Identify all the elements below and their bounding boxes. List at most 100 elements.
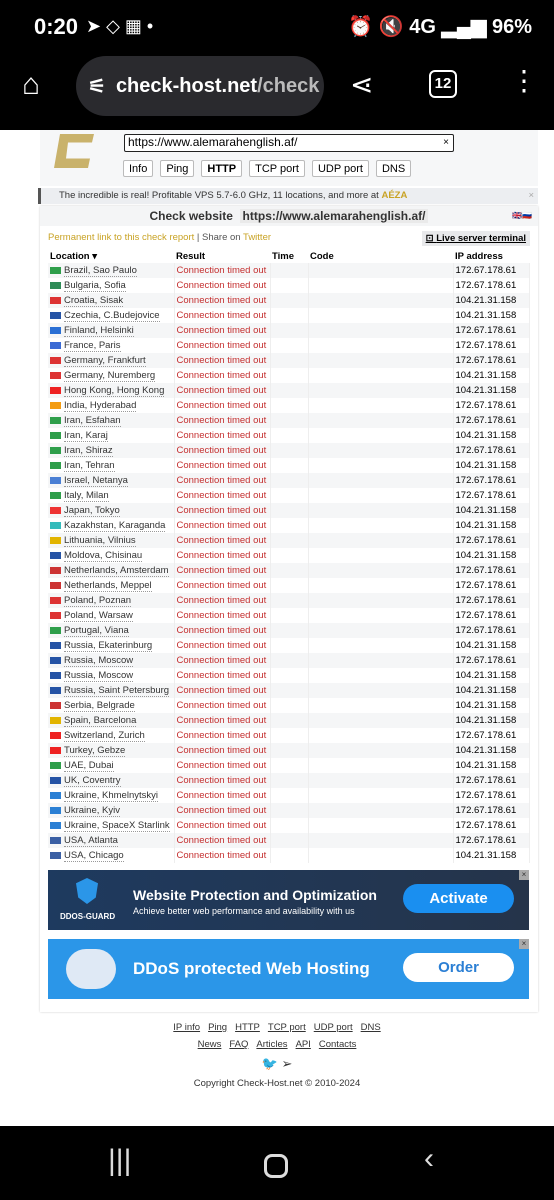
tool-http-button[interactable]: HTTP <box>201 160 243 177</box>
location-name[interactable]: Moldova, Chisinau <box>64 550 143 562</box>
telegram-icon[interactable]: ➢ <box>281 1056 292 1071</box>
clear-input-icon[interactable]: × <box>443 135 449 150</box>
more-menu-icon[interactable]: ⋮ <box>510 64 538 97</box>
location-cell[interactable]: Kazakhstan, Karaganda <box>48 518 175 533</box>
location-cell[interactable]: Lithuania, Vilnius <box>48 533 175 548</box>
location-cell[interactable]: UK, Coventry <box>48 773 175 788</box>
location-cell[interactable]: Israel, Netanya <box>48 473 175 488</box>
host-input[interactable]: https://www.alemarahenglish.af/ × <box>124 134 454 152</box>
location-cell[interactable]: Finland, Helsinki <box>48 323 175 338</box>
location-cell[interactable]: Russia, Ekaterinburg <box>48 638 175 653</box>
language-flags[interactable]: 🇬🇧🇷🇺 <box>512 211 532 220</box>
footer-link-ping[interactable]: Ping <box>208 1022 227 1033</box>
location-cell[interactable]: Ukraine, Kyiv <box>48 803 175 818</box>
location-name[interactable]: Turkey, Gebze <box>64 745 126 757</box>
activate-button[interactable]: Activate <box>403 884 514 913</box>
location-name[interactable]: USA, Atlanta <box>64 835 118 847</box>
location-cell[interactable]: Brazil, Sao Paulo <box>48 263 175 278</box>
location-name[interactable]: Brazil, Sao Paulo <box>64 265 137 277</box>
location-cell[interactable]: UAE, Dubai <box>48 758 175 773</box>
location-cell[interactable]: Turkey, Gebze <box>48 743 175 758</box>
location-cell[interactable]: Poland, Warsaw <box>48 608 175 623</box>
location-name[interactable]: Spain, Barcelona <box>64 715 137 727</box>
location-cell[interactable]: Croatia, Sisak <box>48 293 175 308</box>
location-name[interactable]: Italy, Milan <box>64 490 109 502</box>
close-icon[interactable]: × <box>528 188 534 204</box>
hosting-ad[interactable]: DDoS protected Web Hosting Order × <box>48 939 529 999</box>
footer-link-faq[interactable]: FAQ <box>229 1039 248 1050</box>
footer-link-contacts[interactable]: Contacts <box>319 1039 357 1050</box>
location-name[interactable]: Hong Kong, Hong Kong <box>64 385 165 397</box>
location-cell[interactable]: Iran, Karaj <box>48 428 175 443</box>
twitter-share-link[interactable]: Twitter <box>243 232 271 243</box>
location-cell[interactable]: Hong Kong, Hong Kong <box>48 383 175 398</box>
ddos-guard-ad[interactable]: DDOS-GUARD Website Protection and Optimi… <box>48 870 529 930</box>
promo-banner[interactable]: The incredible is real! Profitable VPS 5… <box>38 188 538 204</box>
col-location[interactable]: Location ▾ <box>48 249 174 263</box>
location-name[interactable]: Czechia, C.Budejovice <box>64 310 160 322</box>
footer-link-news[interactable]: News <box>198 1039 222 1050</box>
location-name[interactable]: Serbia, Belgrade <box>64 700 135 712</box>
check-host-logo[interactable] <box>54 134 94 168</box>
location-name[interactable]: Ukraine, SpaceX Starlink <box>64 820 170 832</box>
location-cell[interactable]: Serbia, Belgrade <box>48 698 175 713</box>
location-cell[interactable]: Ukraine, SpaceX Starlink <box>48 818 175 833</box>
location-name[interactable]: Lithuania, Vilnius <box>64 535 136 547</box>
location-name[interactable]: Iran, Shiraz <box>64 445 113 457</box>
location-name[interactable]: Croatia, Sisak <box>64 295 124 307</box>
location-name[interactable]: Ukraine, Khmelnytskyi <box>64 790 158 802</box>
promo-brand[interactable]: AÉZA <box>381 190 407 201</box>
location-cell[interactable]: Russia, Moscow <box>48 653 175 668</box>
tool-ping-button[interactable]: Ping <box>160 160 195 177</box>
tool-dns-button[interactable]: DNS <box>375 160 412 177</box>
location-cell[interactable]: Moldova, Chisinau <box>48 548 175 563</box>
location-name[interactable]: Netherlands, Amsterdam <box>64 565 169 577</box>
address-bar[interactable]: ⚟ check-host.net/check <box>76 56 324 116</box>
location-name[interactable]: UAE, Dubai <box>64 760 114 772</box>
location-name[interactable]: Russia, Moscow <box>64 655 134 667</box>
location-cell[interactable]: Japan, Tokyo <box>48 503 175 518</box>
location-cell[interactable]: Portugal, Viana <box>48 623 175 638</box>
location-name[interactable]: India, Hyderabad <box>64 400 137 412</box>
location-name[interactable]: Ukraine, Kyiv <box>64 805 120 817</box>
location-cell[interactable]: Bulgaria, Sofia <box>48 278 175 293</box>
footer-link-dns[interactable]: DNS <box>361 1022 381 1033</box>
permalink-link[interactable]: Permanent link to this check report <box>48 232 194 243</box>
location-cell[interactable]: Iran, Esfahan <box>48 413 175 428</box>
location-name[interactable]: Japan, Tokyo <box>64 505 120 517</box>
location-cell[interactable]: Poland, Poznan <box>48 593 175 608</box>
tool-tcp-port-button[interactable]: TCP port <box>249 160 305 177</box>
footer-link-udp-port[interactable]: UDP port <box>314 1022 353 1033</box>
live-terminal-button[interactable]: ⊡ Live server terminal <box>421 231 530 246</box>
location-cell[interactable]: France, Paris <box>48 338 175 353</box>
home-icon[interactable]: ⌂ <box>22 68 40 102</box>
footer-link-tcp-port[interactable]: TCP port <box>268 1022 306 1033</box>
location-name[interactable]: Russia, Saint Petersburg <box>64 685 170 697</box>
location-name[interactable]: Germany, Nuremberg <box>64 370 156 382</box>
footer-link-http[interactable]: HTTP <box>235 1022 260 1033</box>
location-cell[interactable]: Russia, Saint Petersburg <box>48 683 175 698</box>
location-cell[interactable]: Czechia, C.Budejovice <box>48 308 175 323</box>
share-icon[interactable]: ⋖ <box>350 68 373 101</box>
location-cell[interactable]: Spain, Barcelona <box>48 713 175 728</box>
location-name[interactable]: USA, Chicago <box>64 850 124 862</box>
location-name[interactable]: Switzerland, Zurich <box>64 730 145 742</box>
location-name[interactable]: Bulgaria, Sofia <box>64 280 126 292</box>
recents-icon[interactable]: ||| <box>108 1144 131 1178</box>
location-cell[interactable]: Netherlands, Meppel <box>48 578 175 593</box>
close-ad-icon[interactable]: × <box>519 870 529 880</box>
tool-info-button[interactable]: Info <box>123 160 154 177</box>
location-cell[interactable]: Switzerland, Zurich <box>48 728 175 743</box>
footer-link-api[interactable]: API <box>296 1039 311 1050</box>
location-cell[interactable]: Germany, Nuremberg <box>48 368 175 383</box>
location-name[interactable]: UK, Coventry <box>64 775 121 787</box>
location-name[interactable]: Iran, Tehran <box>64 460 115 472</box>
location-name[interactable]: Poland, Poznan <box>64 595 132 607</box>
close-ad-icon[interactable]: × <box>519 939 529 949</box>
home-button-icon[interactable] <box>264 1154 288 1178</box>
location-name[interactable]: Finland, Helsinki <box>64 325 134 337</box>
location-name[interactable]: Kazakhstan, Karaganda <box>64 520 166 532</box>
location-name[interactable]: France, Paris <box>64 340 121 352</box>
location-cell[interactable]: Germany, Frankfurt <box>48 353 175 368</box>
location-name[interactable]: Russia, Ekaterinburg <box>64 640 153 652</box>
